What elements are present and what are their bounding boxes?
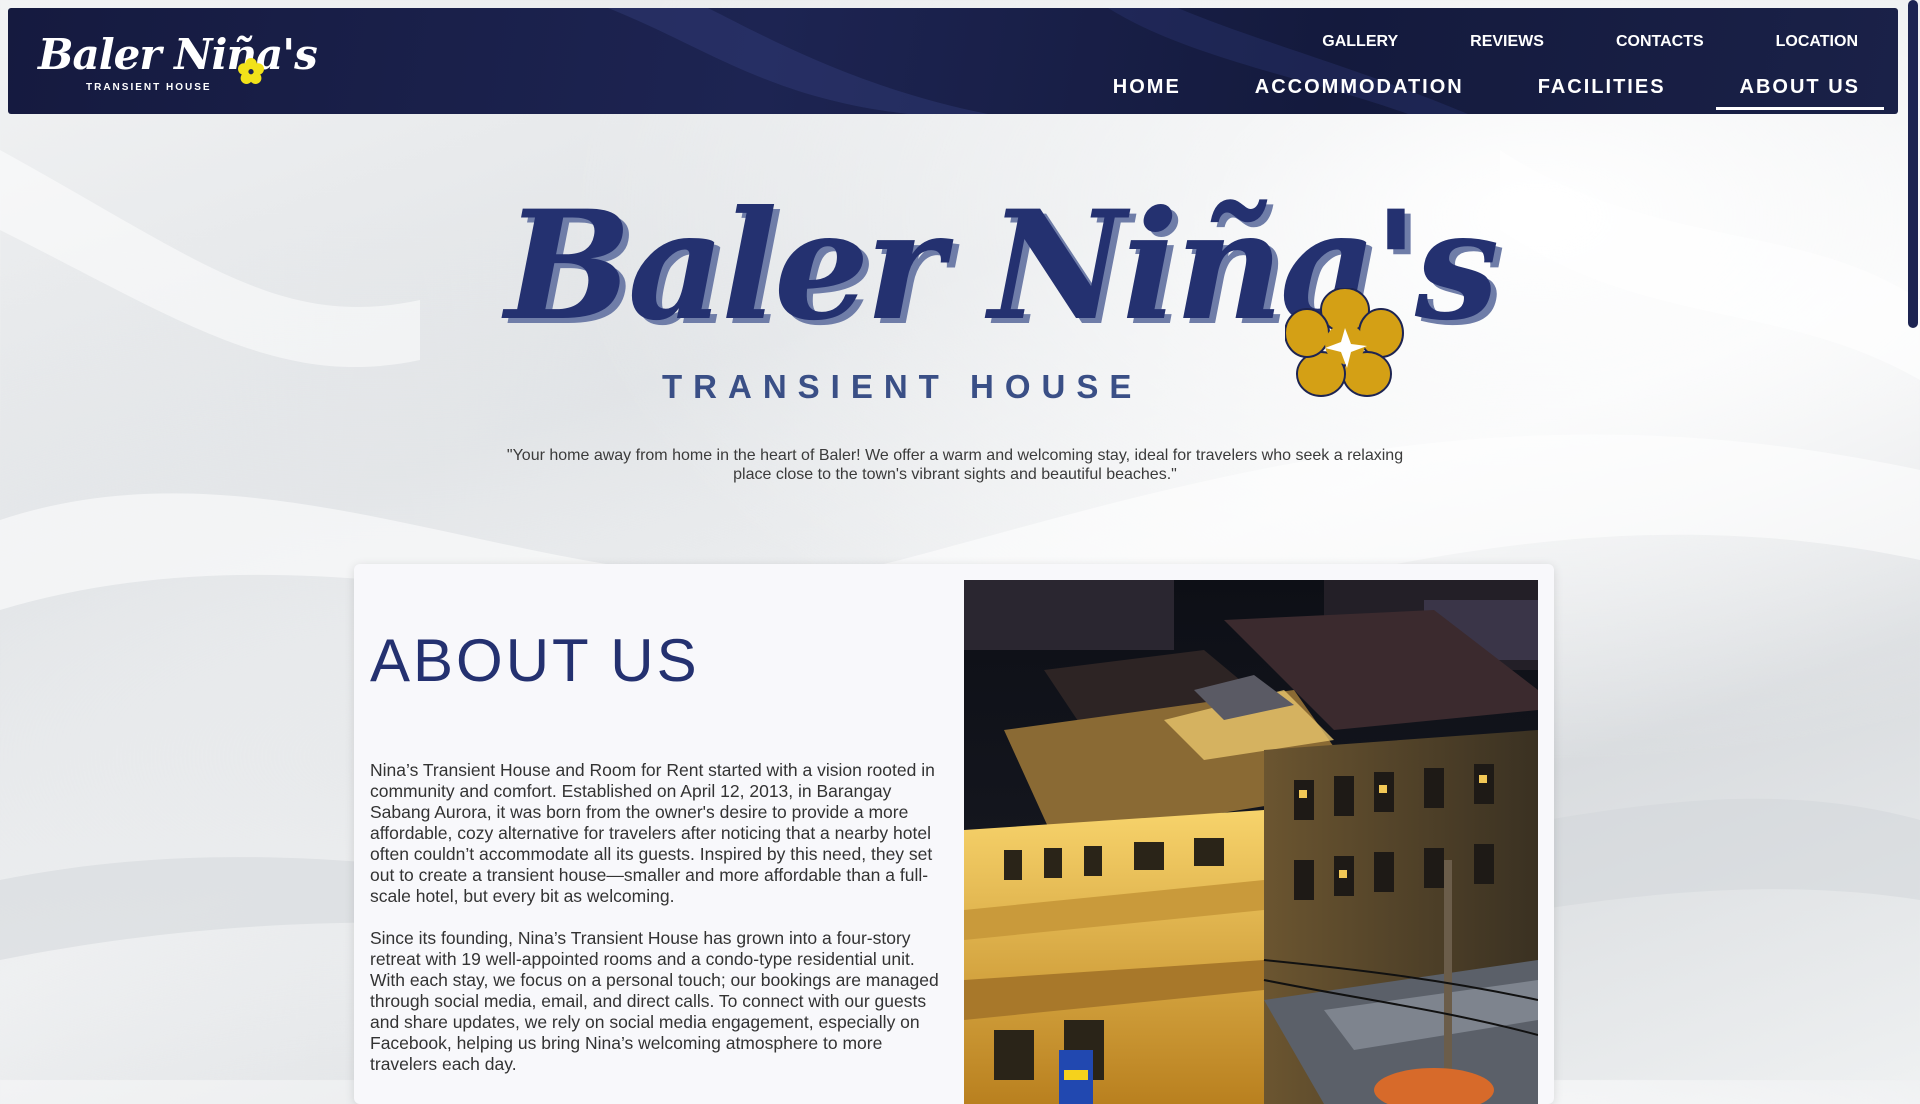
nav-home-link[interactable]: HOME xyxy=(1089,72,1205,110)
nav-about-us-link[interactable]: ABOUT US xyxy=(1715,72,1884,110)
primary-nav: HOME ACCOMMODATION FACILITIES ABOUT US xyxy=(1063,72,1884,110)
hibiscus-icon xyxy=(238,58,264,84)
nav-gallery-link[interactable]: GALLERY xyxy=(1322,33,1398,51)
secondary-nav: GALLERY REVIEWS CONTACTS LOCATION xyxy=(1250,33,1858,51)
about-us-heading: ABOUT US xyxy=(370,627,700,694)
brand-logo-subtitle: TRANSIENT HOUSE xyxy=(86,82,212,93)
building-night-illustration xyxy=(964,580,1538,1104)
nav-reviews-link[interactable]: REVIEWS xyxy=(1470,33,1544,51)
about-us-card: ABOUT US Nina’s Transient House and Room… xyxy=(354,564,1554,1104)
hero-logo-subtitle: TRANSIENT HOUSE xyxy=(662,368,1143,405)
nav-accommodation-link[interactable]: ACCOMMODATION xyxy=(1231,72,1488,110)
nav-contacts-link[interactable]: CONTACTS xyxy=(1616,33,1704,51)
page-scrollbar[interactable] xyxy=(1906,0,1920,1080)
nav-facilities-link[interactable]: FACILITIES xyxy=(1514,72,1690,110)
about-us-body: Nina’s Transient House and Room for Rent… xyxy=(370,760,942,1096)
hibiscus-icon xyxy=(1285,288,1404,397)
building-photo xyxy=(964,580,1538,1104)
top-navbar: Baler Niña's TRANSIENT HOUSE GALLERY REV… xyxy=(8,8,1898,114)
brand-logo-text: Baler Niña's xyxy=(38,30,318,79)
brand-logo[interactable]: Baler Niña's TRANSIENT HOUSE xyxy=(38,30,318,100)
about-paragraph: Nina’s Transient House and Room for Rent… xyxy=(370,760,935,906)
hero-tagline: "Your home away from home in the heart o… xyxy=(506,447,1404,483)
hero-logo: Baler Niña's TRANSIENT HOUSE xyxy=(505,178,1499,408)
scrollbar-thumb[interactable] xyxy=(1908,0,1918,328)
about-paragraph: Since its founding, Nina’s Transient Hou… xyxy=(370,928,939,1074)
nav-location-link[interactable]: LOCATION xyxy=(1776,33,1858,51)
